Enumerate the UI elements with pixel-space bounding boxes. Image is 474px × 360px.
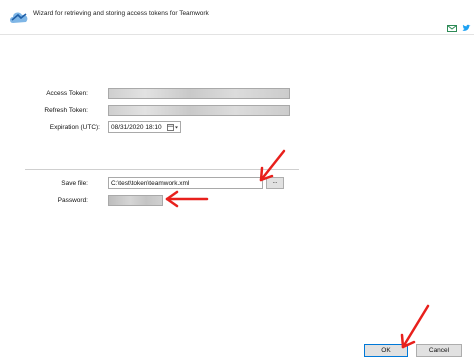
browse-button[interactable]: ... xyxy=(266,177,284,189)
window-title: Wizard for retrieving and storing access… xyxy=(33,10,209,17)
arrow-to-save-file xyxy=(259,149,286,182)
save-file-input[interactable]: C:\test\token\teamwork.xml xyxy=(108,177,263,189)
mail-icon[interactable] xyxy=(447,25,457,32)
expiration-value: 08/31/2020 18:10 xyxy=(111,124,162,131)
refresh-token-label: Refresh Token: xyxy=(44,107,88,114)
title-separator xyxy=(0,34,474,35)
access-token-field[interactable] xyxy=(108,88,290,99)
arrow-to-ok-button xyxy=(400,304,430,349)
save-file-label: Save file: xyxy=(61,180,88,187)
arrow-to-password xyxy=(165,190,209,208)
title-bar xyxy=(0,0,474,34)
password-label: Password: xyxy=(57,197,88,204)
ok-button[interactable]: OK xyxy=(364,344,408,357)
save-file-value: C:\test\token\teamwork.xml xyxy=(111,180,190,187)
calendar-dropdown-icon[interactable] xyxy=(167,124,179,131)
cloud-app-icon xyxy=(10,12,28,23)
password-field[interactable] xyxy=(108,195,163,206)
expiration-label: Expiration (UTC): xyxy=(49,124,100,131)
expiration-date-picker[interactable]: 08/31/2020 18:10 xyxy=(108,121,181,133)
refresh-token-field[interactable] xyxy=(108,105,290,116)
section-separator xyxy=(25,169,299,170)
cancel-button[interactable]: Cancel xyxy=(416,344,462,357)
twitter-icon[interactable] xyxy=(462,24,471,32)
access-token-label: Access Token: xyxy=(46,90,88,97)
